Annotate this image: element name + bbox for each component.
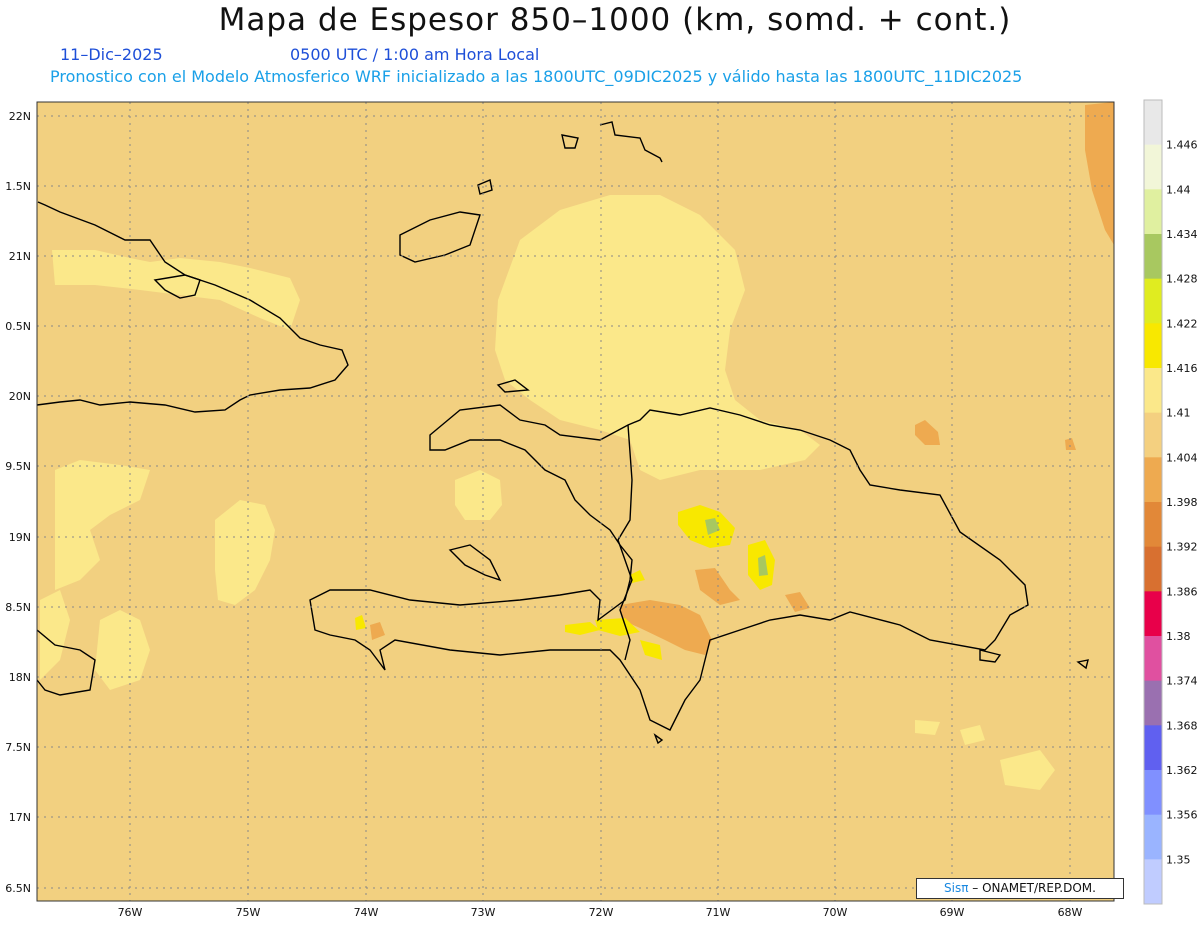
colorbar-swatch — [1144, 368, 1162, 414]
colorbar-label: 1.404 — [1166, 451, 1198, 464]
colorbar-swatch — [1144, 412, 1162, 458]
colorbar-swatch — [1144, 144, 1162, 190]
lon-label: 72W — [589, 906, 614, 919]
lat-label: 18N — [9, 671, 31, 684]
colorbar-label: 1.368 — [1166, 719, 1198, 732]
colorbar-label: 1.362 — [1166, 764, 1198, 777]
colorbar-swatch — [1144, 189, 1162, 235]
colorbar-swatch — [1144, 770, 1162, 816]
colorbar-label: 1.35 — [1166, 853, 1191, 866]
lon-label: 70W — [823, 906, 848, 919]
lon-label: 75W — [236, 906, 261, 919]
lat-label: 22N — [9, 110, 31, 123]
lat-label: 21N — [9, 250, 31, 263]
colorbar-swatch — [1144, 100, 1162, 146]
colorbar-swatch — [1144, 234, 1162, 280]
colorbar-label: 1.38 — [1166, 630, 1191, 643]
colorbar-label: 1.386 — [1166, 585, 1198, 598]
longitude-labels: 76W 75W 74W 73W 72W 71W 70W 69W 68W — [118, 906, 1083, 919]
colorbar-swatch — [1144, 457, 1162, 503]
lat-label: 6.5N — [5, 882, 31, 895]
colorbar-label: 1.356 — [1166, 809, 1198, 822]
colorbar-label: 1.398 — [1166, 496, 1198, 509]
credit-box: Sisπ – ONAMET/REP.DOM. — [916, 878, 1124, 899]
lon-label: 74W — [354, 906, 379, 919]
lat-label: 8.5N — [5, 601, 31, 614]
lon-label: 76W — [118, 906, 143, 919]
credit-text: – ONAMET/REP.DOM. — [972, 881, 1096, 895]
credit-brand: Sisπ — [944, 881, 969, 895]
colorbar-label: 1.374 — [1166, 675, 1198, 688]
lat-label: 17N — [9, 811, 31, 824]
colorbar-swatch — [1144, 680, 1162, 726]
lon-label: 71W — [706, 906, 731, 919]
colorbar-label: 1.428 — [1166, 273, 1198, 286]
colorbar-swatch — [1144, 814, 1162, 860]
colorbar-label: 1.422 — [1166, 317, 1198, 330]
latitude-labels: 22N 1.5N 21N 0.5N 20N 9.5N 19N 8.5N 18N … — [5, 110, 31, 895]
colorbar-label: 1.434 — [1166, 228, 1198, 241]
lat-label: 19N — [9, 531, 31, 544]
colorbar-label: 1.416 — [1166, 362, 1198, 375]
colorbar: 1.446 1.44 1.434 1.428 1.422 1.416 1.41 1.404 1.… — [1143, 99, 1198, 905]
colorbar-label: 1.41 — [1166, 407, 1191, 420]
colorbar-swatch — [1144, 859, 1162, 905]
lat-label: 1.5N — [5, 180, 31, 193]
colorbar-swatch — [1144, 591, 1162, 637]
thickness-map: 22N 1.5N 21N 0.5N 20N 9.5N 19N 8.5N 18N … — [5, 99, 1198, 919]
lat-label: 20N — [9, 390, 31, 403]
colorbar-swatch — [1144, 725, 1162, 771]
colorbar-swatch — [1144, 636, 1162, 682]
colorbar-swatch — [1144, 546, 1162, 592]
lon-label: 68W — [1058, 906, 1083, 919]
lat-label: 0.5N — [5, 320, 31, 333]
colorbar-swatch — [1144, 278, 1162, 324]
lon-label: 73W — [471, 906, 496, 919]
colorbar-swatch — [1144, 502, 1162, 548]
colorbar-label: 1.446 — [1166, 139, 1198, 152]
lat-label: 9.5N — [5, 460, 31, 473]
lat-label: 7.5N — [5, 741, 31, 754]
colorbar-label: 1.392 — [1166, 541, 1198, 554]
colorbar-swatch — [1144, 323, 1162, 369]
lon-label: 69W — [940, 906, 965, 919]
colorbar-label: 1.44 — [1166, 183, 1191, 196]
